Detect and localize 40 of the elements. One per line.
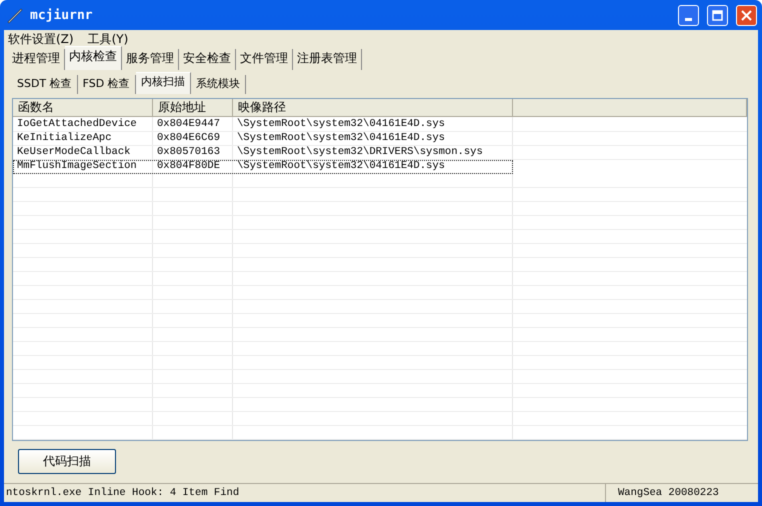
- app-icon: [6, 6, 24, 24]
- table-cell-text: \SystemRoot\system32\04161E4D.sys: [236, 118, 446, 131]
- table-cell-text: 0x804E9447: [156, 118, 222, 131]
- tab[interactable]: 内核检查: [65, 46, 122, 70]
- table-cell-text: \SystemRoot\system32\04161E4D.sys: [236, 160, 446, 173]
- table-row[interactable]: MmFlushImageSection 0x804F80DE \SystemRoot\system32\04161E4D.sys: [13, 160, 513, 174]
- minimize-button[interactable]: [678, 4, 699, 26]
- tab[interactable]: 注册表管理: [293, 49, 362, 70]
- table-row[interactable]: IoGetAttachedDevice 0x804E9447 \SystemRoot\system32\04161E4D.sys: [13, 118, 747, 132]
- column-header[interactable]: 原始地址: [153, 99, 233, 116]
- table-cell-text: MmFlushImageSection: [16, 160, 138, 173]
- menu-item[interactable]: 软件设置(Z): [8, 30, 74, 48]
- table-cell-text: KeUserModeCallback: [16, 146, 132, 159]
- table-cell-text: 0x80570163: [156, 146, 222, 159]
- maximize-icon: [712, 10, 723, 20]
- table-row[interactable]: KeUserModeCallback 0x80570163 \SystemRoot\system32\DRIVERS\sysmon.sys: [13, 146, 747, 160]
- window-title: mcjiurnr: [30, 8, 94, 22]
- status-text: WangSea 20080223: [605, 484, 758, 502]
- column-header[interactable]: 函数名: [13, 99, 153, 116]
- tab[interactable]: 安全检查: [179, 49, 236, 70]
- table-cell-text: IoGetAttachedDevice: [16, 118, 138, 131]
- tab[interactable]: 内核扫描: [136, 72, 191, 94]
- maximize-button[interactable]: [707, 4, 728, 26]
- scan-button[interactable]: 代码扫描: [18, 449, 116, 474]
- minimize-icon: [685, 18, 692, 20]
- tab[interactable]: SSDT 检查: [12, 75, 78, 94]
- column-header[interactable]: 映像路径: [233, 99, 513, 116]
- tab[interactable]: 服务管理: [122, 49, 179, 70]
- table-cell-text: 0x804F80DE: [156, 160, 222, 173]
- close-icon: [741, 10, 752, 20]
- table-cell-text: 0x804E6C69: [156, 132, 222, 145]
- table-cell-text: \SystemRoot\system32\DRIVERS\sysmon.sys: [236, 146, 484, 159]
- close-button[interactable]: [736, 4, 757, 26]
- tab[interactable]: 系统模块: [190, 75, 246, 94]
- table-cell-text: KeInitializeApc: [16, 132, 113, 145]
- status-text: ntoskrnl.exe Inline Hook: 4 Item Find: [5, 486, 240, 501]
- tab[interactable]: 文件管理: [236, 49, 293, 70]
- table-cell-text: \SystemRoot\system32\04161E4D.sys: [236, 132, 446, 145]
- table-row[interactable]: KeInitializeApc 0x804E6C69 \SystemRoot\system32\04161E4D.sys: [13, 132, 747, 146]
- menu-item[interactable]: 工具(Y): [88, 30, 128, 48]
